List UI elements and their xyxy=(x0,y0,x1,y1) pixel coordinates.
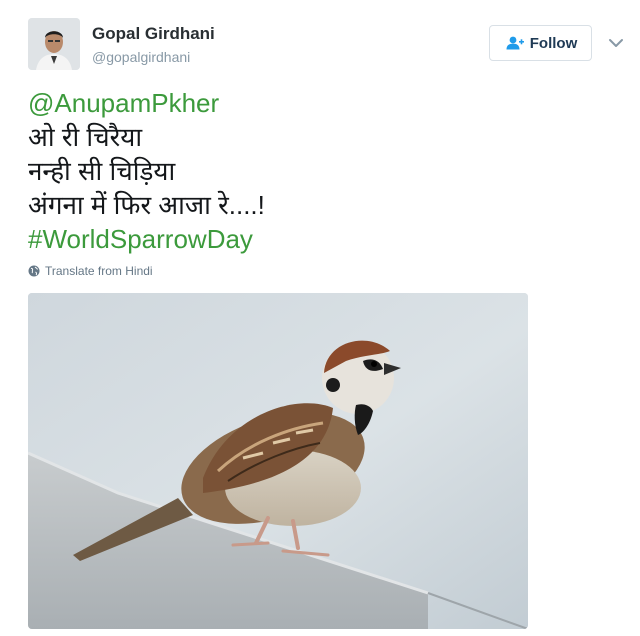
tweet-line: अंगना में फिर आजा रे....! xyxy=(28,190,265,220)
tweet-text: @AnupamPkher ओ री चिरैया नन्ही सी चिड़िय… xyxy=(28,86,265,256)
follow-button[interactable]: Follow xyxy=(489,25,592,61)
tweet-line: नन्ही सी चिड़िया xyxy=(28,156,176,186)
avatar-photo xyxy=(28,18,80,70)
tweet-line: ओ री चिरैया xyxy=(28,122,143,152)
avatar[interactable] xyxy=(28,18,80,70)
follow-person-plus-icon xyxy=(506,36,524,50)
translate-label: Translate from Hindi xyxy=(45,264,153,278)
translate-link[interactable]: Translate from Hindi xyxy=(28,264,153,278)
tweet-menu-button[interactable] xyxy=(608,36,624,48)
globe-icon xyxy=(28,265,40,277)
follow-button-label: Follow xyxy=(529,34,578,52)
hashtag-link[interactable]: #WorldSparrowDay xyxy=(28,222,265,256)
author-name[interactable]: Gopal Girdhani xyxy=(92,24,215,44)
sparrow-photo xyxy=(28,293,528,629)
mention-link[interactable]: @AnupamPkher xyxy=(28,86,265,120)
tweet-photo[interactable] xyxy=(28,293,528,629)
chevron-down-icon xyxy=(609,39,623,47)
author-handle[interactable]: @gopalgirdhani xyxy=(92,49,190,65)
